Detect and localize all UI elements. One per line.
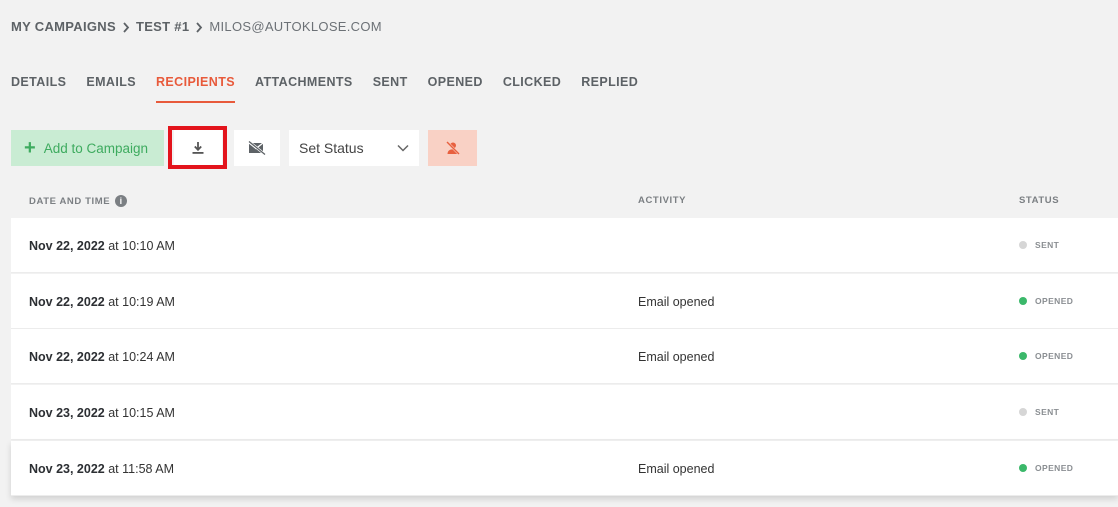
table-header: DATE AND TIME i ACTIVITY STATUS <box>11 193 1118 209</box>
status-badge: SENT <box>1019 407 1059 417</box>
cell-time: at 11:58 AM <box>108 462 175 476</box>
download-icon <box>192 142 204 154</box>
info-icon[interactable]: i <box>115 195 128 207</box>
tab-sent[interactable]: SENT <box>373 75 408 103</box>
mail-off-button[interactable] <box>234 130 280 166</box>
set-status-label: Set Status <box>299 140 364 156</box>
status-label: OPENED <box>1035 351 1074 361</box>
status-label: SENT <box>1035 407 1060 417</box>
breadcrumb: MY CAMPAIGNS TEST #1 MILOS@AUTOKLOSE.COM <box>11 19 382 34</box>
column-header-date[interactable]: DATE AND TIME i <box>29 195 128 207</box>
tab-replied[interactable]: REPLIED <box>581 75 638 103</box>
cell-activity: Email opened <box>638 295 715 309</box>
unsubscribe-button[interactable] <box>428 130 477 166</box>
cell-date: Nov 23, 2022 <box>29 462 105 476</box>
cell-datetime: Nov 23, 2022 at 10:15 AM <box>29 406 175 420</box>
cell-activity: Email opened <box>638 462 715 476</box>
status-badge: OPENED <box>1019 351 1073 361</box>
add-to-campaign-label: Add to Campaign <box>43 140 149 156</box>
tab-attachments[interactable]: ATTACHMENTS <box>255 75 353 103</box>
status-label: OPENED <box>1035 296 1074 306</box>
cell-date: Nov 22, 2022 <box>29 295 105 309</box>
download-button[interactable] <box>174 130 222 166</box>
chevron-right-icon <box>189 20 209 34</box>
status-label: SENT <box>1035 240 1060 250</box>
cell-date: Nov 22, 2022 <box>29 239 105 253</box>
table-row[interactable]: Nov 22, 2022 at 10:24 AM Email opened OP… <box>11 329 1118 384</box>
user-remove-icon <box>445 141 460 155</box>
cell-date: Nov 23, 2022 <box>29 406 105 420</box>
column-header-status: STATUS <box>1019 195 1060 206</box>
cell-date: Nov 22, 2022 <box>29 350 105 364</box>
table-row[interactable]: Nov 22, 2022 at 10:19 AM Email opened OP… <box>11 274 1118 329</box>
status-dot <box>1019 464 1027 472</box>
table-row[interactable]: Nov 22, 2022 at 10:10 AM SENT <box>11 218 1118 273</box>
tab-clicked[interactable]: CLICKED <box>503 75 561 103</box>
cell-time: at 10:24 AM <box>108 350 175 364</box>
tab-recipients[interactable]: RECIPIENTS <box>155 75 235 103</box>
cell-datetime: Nov 23, 2022 at 11:58 AM <box>29 462 174 476</box>
breadcrumb-my-campaigns[interactable]: MY CAMPAIGNS <box>11 19 116 34</box>
tab-details[interactable]: DETAILS <box>11 75 66 103</box>
cell-datetime: Nov 22, 2022 at 10:24 AM <box>29 350 175 364</box>
cell-datetime: Nov 22, 2022 at 10:10 AM <box>29 239 175 253</box>
status-dot <box>1019 408 1027 416</box>
tab-bar: DETAILS EMAILS RECIPIENTS ATTACHMENTS SE… <box>11 75 658 103</box>
status-dot <box>1019 352 1027 360</box>
tab-opened[interactable]: OPENED <box>428 75 483 103</box>
cell-datetime: Nov 22, 2022 at 10:19 AM <box>29 295 175 309</box>
status-dot <box>1019 241 1027 249</box>
table-row[interactable]: Nov 23, 2022 at 10:15 AM SENT <box>11 385 1118 440</box>
tab-emails[interactable]: EMAILS <box>86 75 136 103</box>
breadcrumb-campaign[interactable]: TEST #1 <box>136 19 189 34</box>
status-badge: OPENED <box>1019 296 1073 306</box>
chevron-right-icon <box>116 20 136 34</box>
set-status-select[interactable]: Set Status <box>289 130 419 166</box>
mail-off-icon <box>248 141 266 155</box>
cell-time: at 10:10 AM <box>108 239 175 253</box>
column-header-activity: ACTIVITY <box>638 195 687 206</box>
breadcrumb-recipient: MILOS@AUTOKLOSE.COM <box>209 19 382 34</box>
status-badge: OPENED <box>1019 463 1073 473</box>
cell-time: at 10:19 AM <box>108 295 175 309</box>
chevron-down-icon <box>397 144 409 152</box>
table-row[interactable]: Nov 23, 2022 at 11:58 AM Email opened OP… <box>11 441 1118 496</box>
status-badge: SENT <box>1019 240 1059 250</box>
column-header-date-label: DATE AND TIME <box>29 195 111 207</box>
cell-time: at 10:15 AM <box>108 406 175 420</box>
cell-activity: Email opened <box>638 350 715 364</box>
plus-icon: + <box>24 137 36 159</box>
status-dot <box>1019 297 1027 305</box>
status-label: OPENED <box>1035 463 1074 473</box>
add-to-campaign-button[interactable]: + Add to Campaign <box>11 130 164 166</box>
